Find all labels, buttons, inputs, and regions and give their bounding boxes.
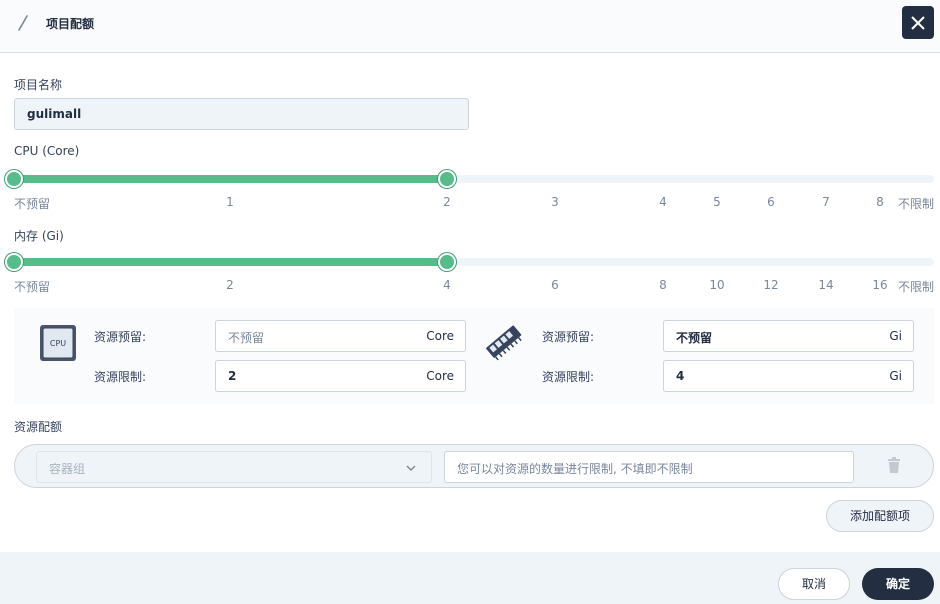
memory-slider[interactable]: [5, 253, 934, 271]
cpu-reservation-unit: Core: [426, 329, 454, 343]
dialog-footer: 取消 确定: [0, 552, 940, 604]
close-icon: [911, 15, 925, 30]
quota-amount-input[interactable]: 您可以对资源的数量进行限制, 不填即不限制: [444, 451, 854, 483]
cpu-tick: 不限制: [897, 197, 934, 211]
add-quota-item-button[interactable]: 添加配额项: [826, 500, 934, 532]
cpu-limit-label: 资源限制:: [94, 370, 147, 384]
memory-limit-input[interactable]: 4 Gi: [663, 360, 914, 392]
memory-tick: 16: [872, 278, 888, 292]
project-name-label: 项目名称: [14, 78, 63, 92]
cpu-tick: 4: [659, 195, 667, 209]
cpu-tick: 7: [822, 195, 830, 209]
cpu-tick: 3: [551, 195, 559, 209]
memory-tick: 2: [226, 278, 234, 292]
memory-tick-labels: 不预留 2 4 6 8 10 12 14 16 不限制: [0, 278, 940, 294]
cpu-limit-unit: Core: [426, 369, 454, 383]
memory-reservation-value: 不预留: [676, 331, 713, 345]
cpu-tick: 5: [713, 195, 721, 209]
dialog-header: 项目配额: [0, 0, 940, 53]
quota-type-select[interactable]: 容器组: [36, 451, 432, 483]
memory-tick: 不限制: [897, 280, 934, 294]
memory-reservation-handle[interactable]: [5, 253, 23, 271]
cpu-limit-input[interactable]: 2 Core: [215, 360, 466, 392]
memory-tick: 10: [709, 278, 725, 292]
memory-tick: 不预留: [14, 280, 51, 294]
cpu-limit-value: 2: [228, 369, 237, 383]
memory-reservation-input[interactable]: 不预留 Gi: [663, 320, 914, 352]
chevron-down-icon: [406, 465, 416, 471]
memory-slider-range: [14, 258, 447, 266]
memory-tick: 12: [763, 278, 779, 292]
cpu-tick: 8: [876, 195, 884, 209]
cpu-reservation-input[interactable]: 不预留 Core: [215, 320, 466, 352]
cancel-button[interactable]: 取消: [778, 568, 850, 600]
memory-tick: 4: [443, 278, 451, 292]
memory-reserve-label: 资源预留:: [542, 330, 595, 344]
quota-amount-placeholder: 您可以对资源的数量进行限制, 不填即不限制: [457, 462, 693, 476]
cpu-slider[interactable]: [5, 170, 934, 188]
cpu-tick: 6: [767, 195, 775, 209]
resource-quota-label: 资源配额: [14, 420, 63, 434]
quota-type-value: 容器组: [49, 462, 86, 476]
memory-tick: 8: [659, 278, 667, 292]
cpu-tick: 不预留: [14, 197, 51, 211]
cpu-tick: 2: [443, 195, 451, 209]
memory-tick: 6: [551, 278, 559, 292]
memory-limit-unit: Gi: [889, 369, 902, 383]
cpu-slider-range: [14, 175, 447, 183]
pen-icon: [18, 15, 28, 31]
cpu-reservation-handle[interactable]: [5, 170, 23, 188]
close-button[interactable]: [902, 6, 934, 39]
memory-limit-value: 4: [676, 369, 685, 383]
memory-tick: 14: [818, 278, 834, 292]
confirm-button[interactable]: 确定: [862, 568, 934, 600]
cpu-chip-icon: CPU: [40, 325, 76, 361]
project-name-input[interactable]: gulimall: [14, 98, 469, 130]
cpu-label: CPU (Core): [14, 144, 80, 158]
trash-icon[interactable]: [887, 457, 901, 473]
quota-item-row: 容器组 您可以对资源的数量进行限制, 不填即不限制: [14, 444, 934, 488]
memory-limit-label: 资源限制:: [542, 370, 595, 384]
cpu-limit-handle[interactable]: [438, 170, 456, 188]
memory-stick-icon: [486, 325, 522, 361]
memory-reservation-unit: Gi: [889, 329, 902, 343]
cpu-reserve-label: 资源预留:: [94, 330, 147, 344]
memory-limit-handle[interactable]: [438, 253, 456, 271]
dialog-title: 项目配额: [46, 17, 95, 31]
cpu-tick: 1: [226, 195, 234, 209]
resource-panel: CPU 资源预留: 资源限制: 不预留 Core 2 Core 资源预留: 资源…: [14, 308, 934, 404]
cpu-chip-label: CPU: [50, 339, 66, 348]
cpu-tick-labels: 不预留 1 2 3 4 5 6 7 8 不限制: [0, 195, 940, 211]
cpu-reservation-value: 不预留: [228, 331, 265, 345]
memory-label: 内存 (Gi): [14, 229, 64, 243]
